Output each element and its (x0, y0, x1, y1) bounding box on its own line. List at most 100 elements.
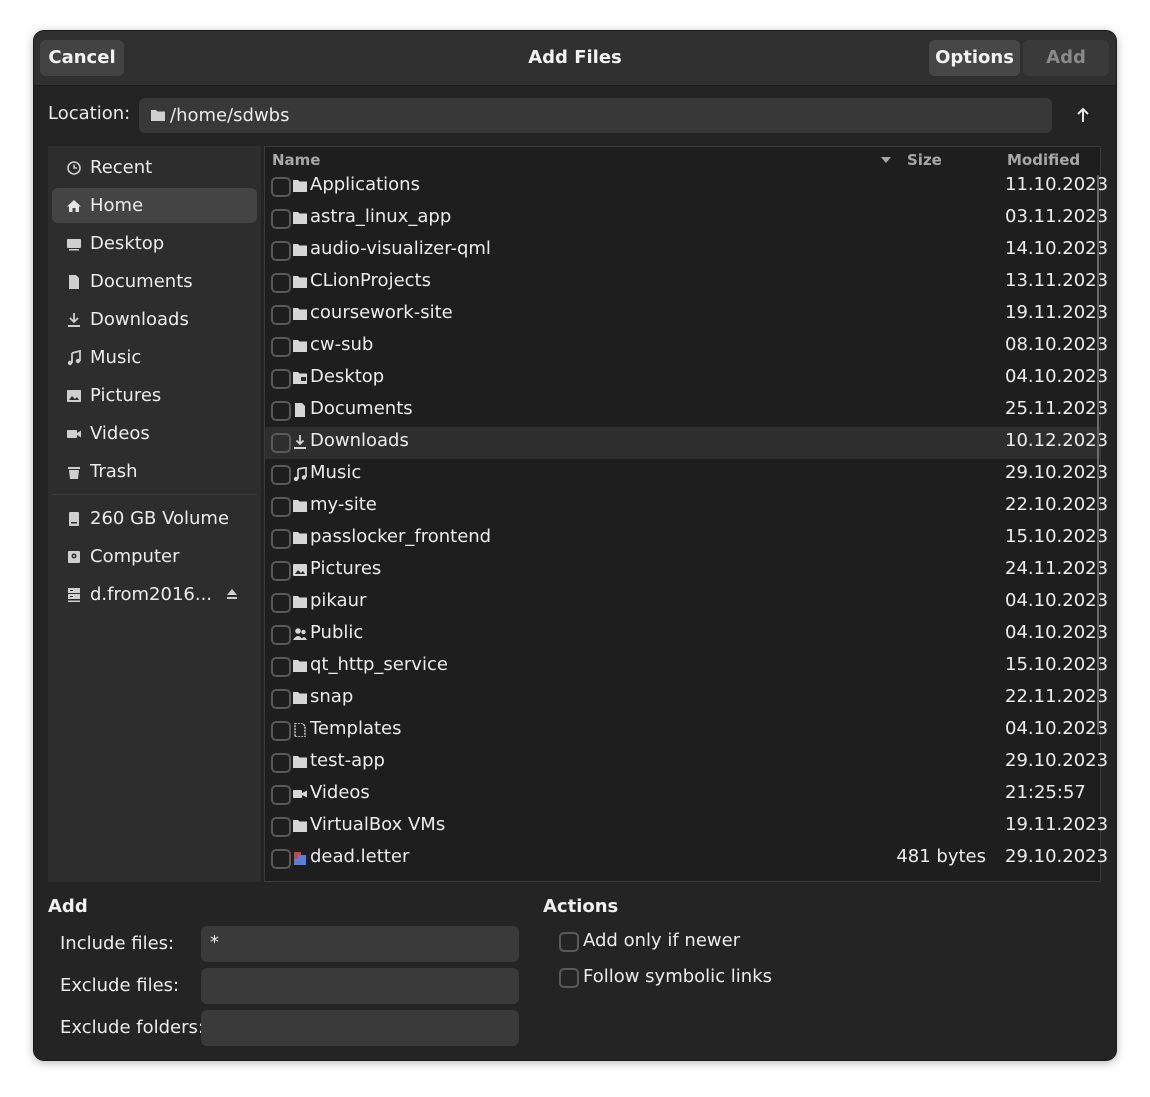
add-only-if-newer-checkbox[interactable] (559, 932, 579, 952)
exclude-folders-input[interactable] (201, 1010, 519, 1046)
file-modified: 10.12.2023 (1005, 430, 1109, 451)
file-row[interactable]: astra_linux_app 03.11.2023 (265, 203, 1108, 235)
file-row[interactable]: pikaur 04.10.2023 (265, 587, 1108, 619)
file-modified: 22.11.2023 (1005, 686, 1109, 707)
row-checkbox[interactable] (271, 593, 291, 613)
sidebar-item-recent[interactable]: Recent (52, 150, 257, 185)
file-name: audio-visualizer-qml (310, 238, 491, 259)
sidebar-item-documents[interactable]: Documents (52, 264, 257, 299)
file-row[interactable]: test-app 29.10.2023 (265, 747, 1108, 779)
row-checkbox[interactable] (271, 433, 291, 453)
document-icon (69, 275, 79, 289)
sidebar-label: Recent (90, 157, 153, 178)
sidebar-item-videos[interactable]: Videos (52, 416, 257, 451)
scrollbar[interactable] (1097, 175, 1099, 735)
row-checkbox[interactable] (271, 177, 291, 197)
options-button[interactable]: Options (929, 40, 1020, 76)
file-row[interactable]: Applications 11.10.2023 (265, 171, 1108, 203)
sidebar-item-desktop[interactable]: Desktop (52, 226, 257, 261)
row-checkbox[interactable] (271, 785, 291, 805)
row-checkbox[interactable] (271, 753, 291, 773)
video-icon (293, 790, 307, 798)
cancel-button[interactable]: Cancel (40, 40, 124, 76)
file-name: Desktop (310, 366, 385, 387)
row-checkbox[interactable] (271, 817, 291, 837)
sidebar-item-network[interactable]: d.from2016... (52, 577, 257, 612)
include-files-label: Include files: (60, 933, 175, 954)
file-name: coursework-site (310, 302, 453, 323)
file-modified: 29.10.2023 (1005, 462, 1109, 483)
row-checkbox[interactable] (271, 689, 291, 709)
row-checkbox[interactable] (271, 241, 291, 261)
file-row[interactable]: coursework-site 19.11.2023 (265, 299, 1108, 331)
drive-icon (69, 512, 79, 526)
exclude-files-label: Exclude files: (60, 975, 180, 996)
file-name: CLionProjects (310, 270, 431, 291)
sidebar-item-computer[interactable]: Computer (52, 539, 257, 574)
file-list: Name Size Modified Applications 11.10.202… (264, 146, 1108, 882)
eject-icon[interactable] (225, 587, 239, 601)
file-row[interactable]: Videos 21:25:57 (265, 779, 1100, 811)
column-header-modified[interactable]: Modified (1007, 151, 1080, 169)
add-only-if-newer-label: Add only if newer (583, 930, 741, 951)
file-row[interactable]: Music 29.10.2023 (265, 459, 1108, 491)
sidebar-label: Trash (90, 461, 138, 482)
file-row[interactable]: passlocker_frontend 15.10.2023 (265, 523, 1108, 555)
row-checkbox[interactable] (271, 561, 291, 581)
row-checkbox[interactable] (271, 465, 291, 485)
folder-icon (293, 596, 307, 608)
row-checkbox[interactable] (271, 625, 291, 645)
row-checkbox[interactable] (271, 209, 291, 229)
file-row[interactable]: my-site 22.10.2023 (265, 491, 1108, 523)
file-row[interactable]: cw-sub 08.10.2023 (265, 331, 1108, 363)
file-modified: 04.10.2023 (1005, 718, 1109, 739)
row-checkbox[interactable] (271, 337, 291, 357)
folder-icon (293, 532, 307, 544)
file-row[interactable]: Desktop 04.10.2023 (265, 363, 1108, 395)
file-row[interactable]: Pictures 24.11.2023 (265, 555, 1108, 587)
sidebar-item-pictures[interactable]: Pictures (52, 378, 257, 413)
sidebar-item-downloads[interactable]: Downloads (52, 302, 257, 337)
row-checkbox[interactable] (271, 401, 291, 421)
column-header-name[interactable]: Name (272, 151, 320, 169)
file-row[interactable]: Documents 25.11.2023 (265, 395, 1108, 427)
row-checkbox[interactable] (271, 497, 291, 517)
file-row[interactable]: qt_http_service 15.10.2023 (265, 651, 1108, 683)
file-row[interactable]: Downloads 10.12.2023 (265, 427, 1108, 459)
file-row[interactable]: VirtualBox VMs 19.11.2023 (265, 811, 1108, 843)
location-entry[interactable]: /home/sdwbs (139, 98, 1052, 133)
row-checkbox[interactable] (271, 657, 291, 677)
location-path: /home/sdwbs (170, 105, 290, 126)
file-row[interactable]: audio-visualizer-qml 14.10.2023 (265, 235, 1108, 267)
exclude-files-input[interactable] (201, 968, 519, 1004)
file-row[interactable]: Public 04.10.2023 (265, 619, 1108, 651)
row-checkbox[interactable] (271, 529, 291, 549)
network-drive-icon (68, 588, 80, 602)
follow-symlinks-checkbox[interactable] (559, 968, 579, 988)
file-row[interactable]: dead.letter 481 bytes 29.10.2023 (265, 843, 1108, 875)
file-name: Music (310, 462, 362, 483)
sidebar-item-music[interactable]: Music (52, 340, 257, 375)
row-checkbox[interactable] (271, 305, 291, 325)
file-row[interactable]: snap 22.11.2023 (265, 683, 1108, 715)
picture-icon (67, 390, 81, 402)
file-modified: 25.11.2023 (1005, 398, 1109, 419)
sidebar-item-trash[interactable]: Trash (52, 454, 257, 489)
sidebar-item-volume[interactable]: 260 GB Volume (52, 501, 257, 536)
file-name: Downloads (310, 430, 409, 451)
sidebar-label: Documents (90, 271, 193, 292)
row-checkbox[interactable] (271, 849, 291, 869)
column-header-size[interactable]: Size (907, 151, 942, 169)
sort-descending-icon (881, 157, 891, 163)
row-checkbox[interactable] (271, 721, 291, 741)
file-modified: 29.10.2023 (1005, 750, 1109, 771)
parent-folder-button[interactable] (1068, 98, 1098, 133)
file-row[interactable]: Templates 04.10.2023 (265, 715, 1108, 747)
file-row[interactable]: CLionProjects 13.11.2023 (265, 267, 1108, 299)
row-checkbox[interactable] (271, 273, 291, 293)
sidebar-item-home[interactable]: Home (52, 188, 257, 223)
include-files-input[interactable]: * (201, 926, 519, 962)
row-checkbox[interactable] (271, 369, 291, 389)
add-button[interactable]: Add (1023, 40, 1109, 76)
file-modified: 14.10.2023 (1005, 238, 1109, 259)
